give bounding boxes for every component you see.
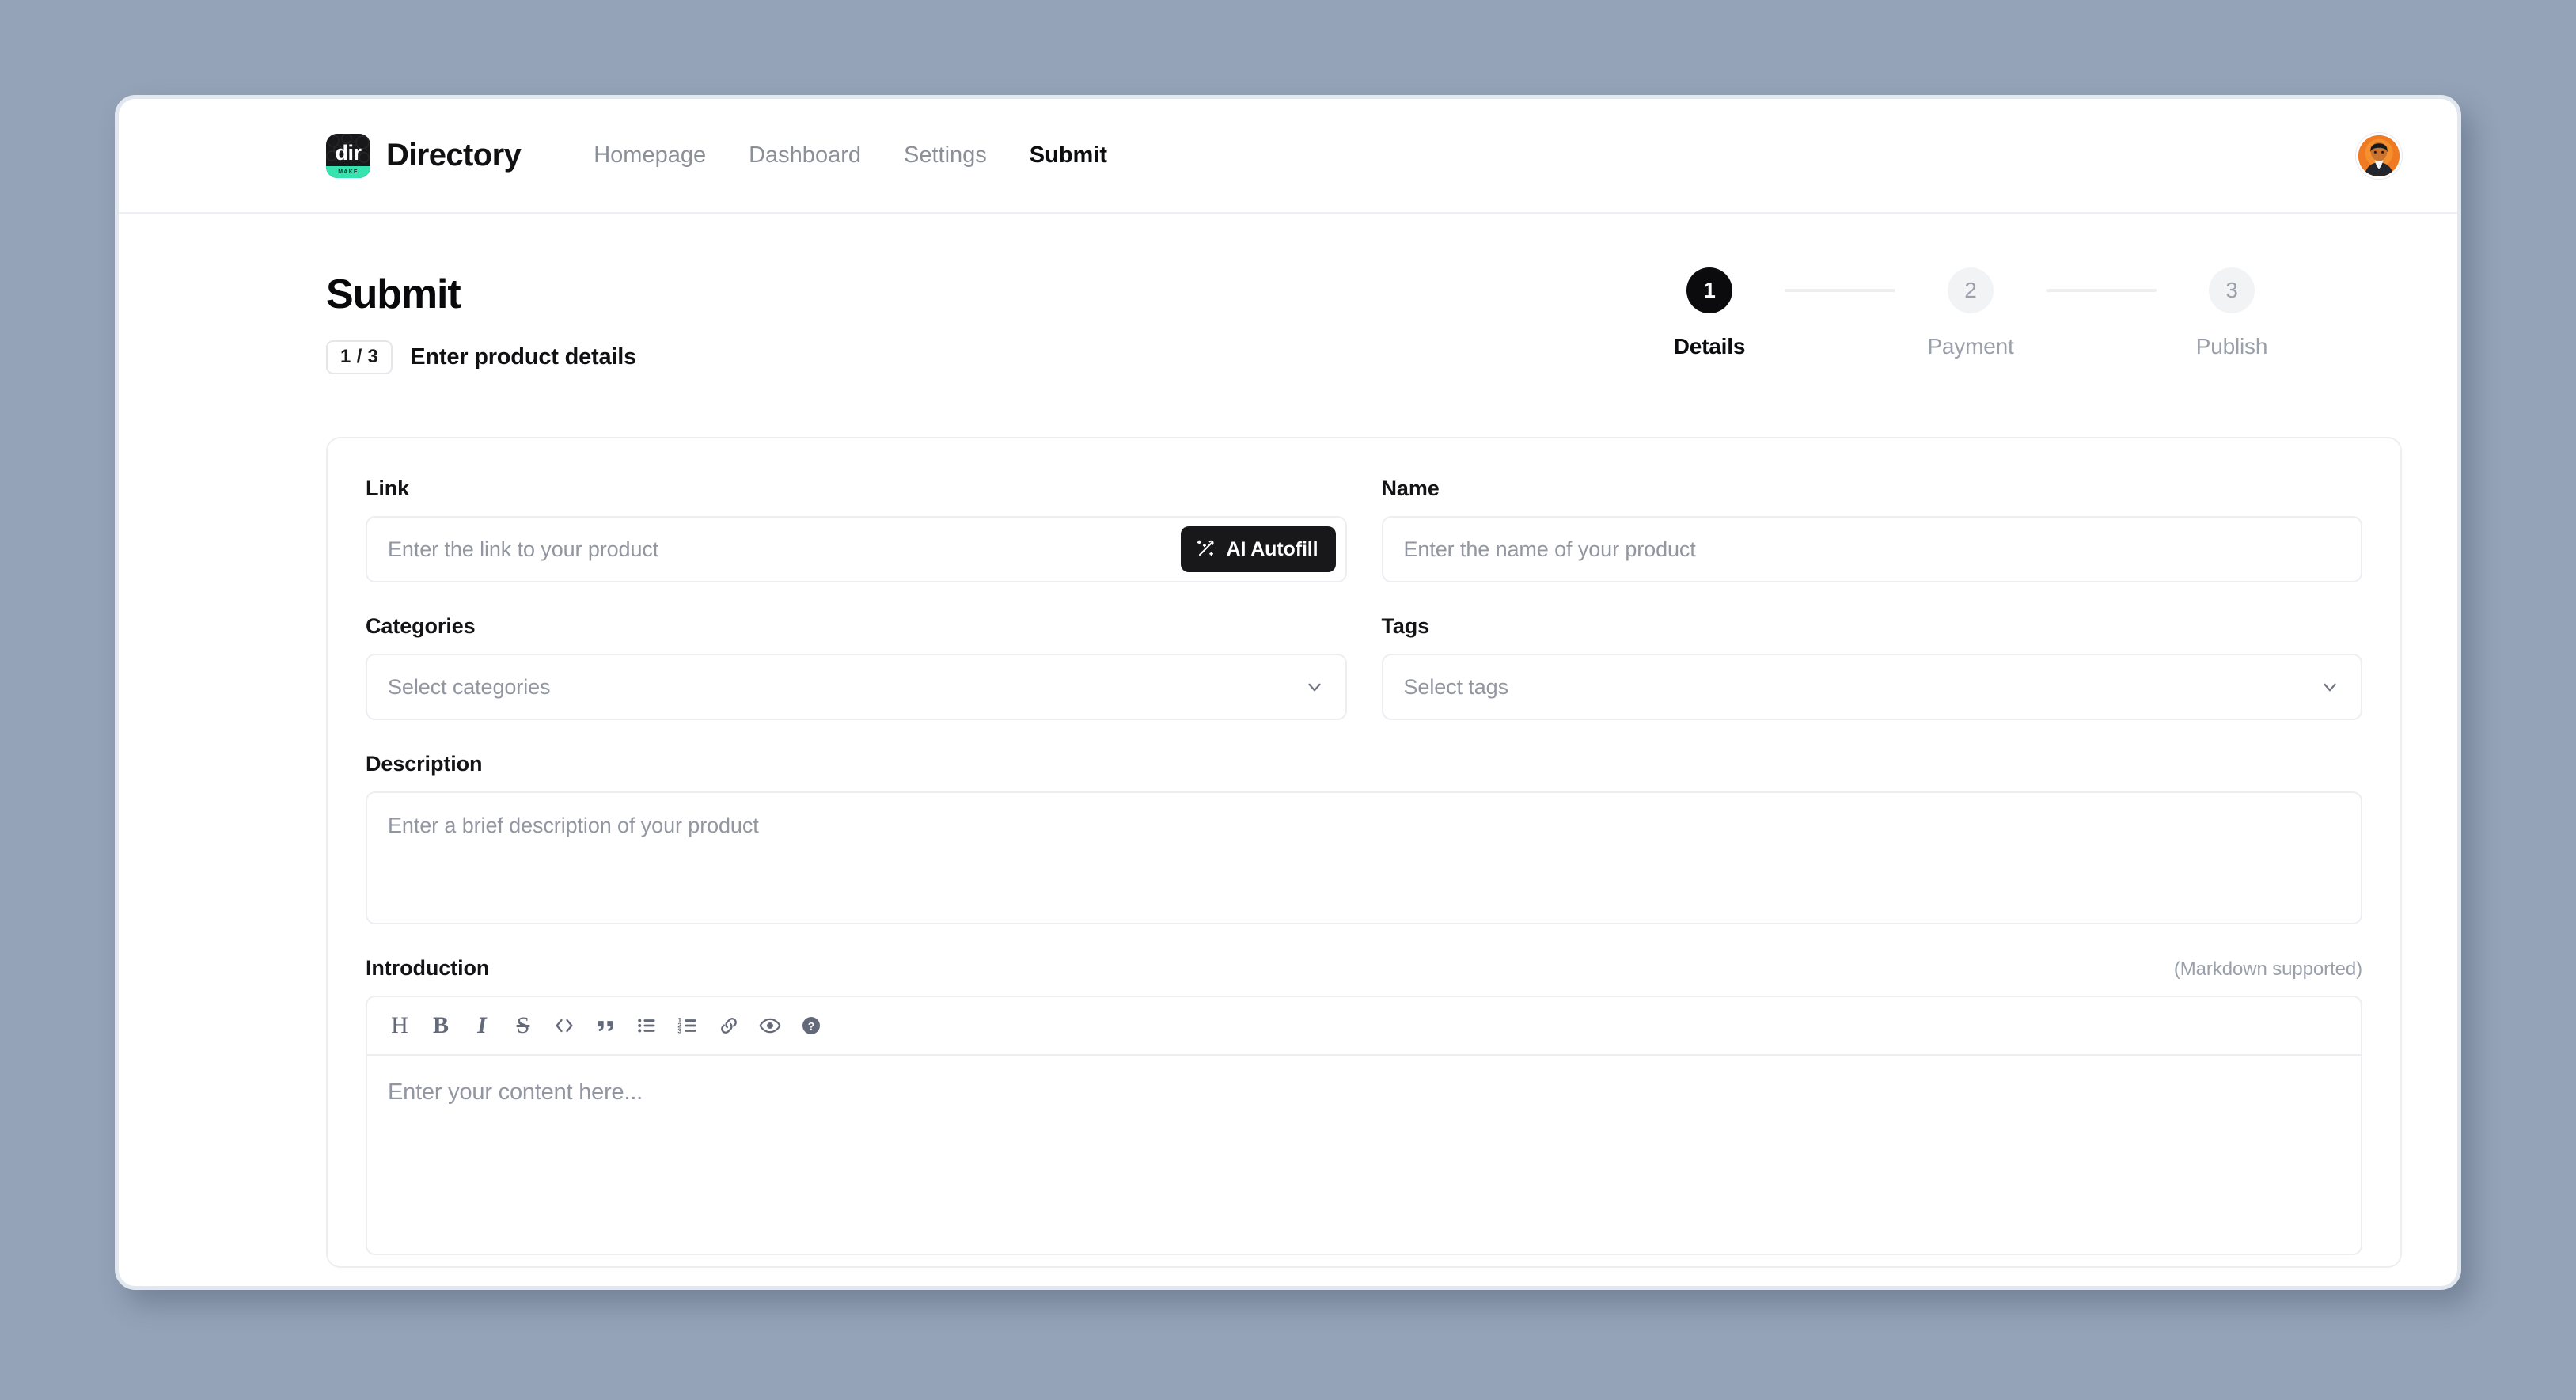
- logo-strip-text: MAKE: [338, 169, 359, 175]
- ai-autofill-button[interactable]: AI Autofill: [1181, 526, 1336, 573]
- step-connector-1: [1785, 289, 1895, 292]
- help-glyph: ?: [802, 1017, 820, 1035]
- form-row-link-name: Link Enter the link to your product AI A…: [366, 476, 2362, 583]
- chevron-down-icon: [1307, 683, 1321, 692]
- form-row-categories-tags: Categories Select categories Tags Select…: [366, 614, 2362, 721]
- avatar-illustration-icon: [2358, 135, 2400, 176]
- field-introduction: Introduction (Markdown supported) H B I: [366, 956, 2362, 1256]
- nav-link-dashboard[interactable]: Dashboard: [749, 142, 861, 169]
- tags-label: Tags: [1381, 614, 1430, 639]
- field-tags: Tags Select tags: [1381, 614, 2362, 721]
- nav-link-settings[interactable]: Settings: [904, 142, 987, 169]
- introduction-label-row: Introduction (Markdown supported): [366, 956, 2362, 981]
- field-description: Description Enter a brief description of…: [366, 752, 2362, 925]
- page-subheader: 1 / 3 Enter product details: [326, 340, 637, 375]
- tags-placeholder: Select tags: [1403, 674, 1509, 699]
- quote-glyph: [598, 1021, 613, 1032]
- nav-link-submit[interactable]: Submit: [1030, 142, 1107, 169]
- name-input[interactable]: Enter the name of your product: [1381, 516, 2362, 583]
- code-icon[interactable]: [546, 1007, 582, 1044]
- name-placeholder: Enter the name of your product: [1403, 537, 1696, 561]
- step-publish[interactable]: 3 Publish: [2157, 267, 2307, 359]
- submit-form-card: Link Enter the link to your product AI A…: [326, 437, 2402, 1269]
- quote-icon[interactable]: [587, 1007, 624, 1044]
- step-description: Enter product details: [410, 344, 637, 370]
- markdown-editor: H B I S 1 2 3 ? Enter your content here.…: [366, 996, 2362, 1256]
- page-header-left: Submit 1 / 3 Enter product details: [326, 267, 637, 375]
- bold-icon[interactable]: B: [423, 1007, 459, 1044]
- step-publish-label: Publish: [2195, 334, 2268, 359]
- magic-wand-icon: [1197, 540, 1215, 556]
- heading-glyph: H: [391, 1012, 408, 1039]
- markdown-supported-hint: (Markdown supported): [2173, 958, 2362, 981]
- markdown-toolbar: H B I S 1 2 3 ?: [367, 997, 2361, 1057]
- svg-text:3: 3: [677, 1027, 681, 1035]
- step-payment-label: Payment: [1927, 334, 2014, 359]
- ai-autofill-label: AI Autofill: [1226, 537, 1318, 560]
- step-details-label: Details: [1673, 334, 1746, 359]
- preview-eye-icon[interactable]: [752, 1007, 788, 1044]
- markdown-content-area[interactable]: Enter your content here...: [367, 1056, 2361, 1254]
- description-textarea[interactable]: Enter a brief description of your produc…: [366, 791, 2362, 925]
- field-categories: Categories Select categories: [366, 614, 1347, 721]
- link-icon[interactable]: [711, 1007, 747, 1044]
- markdown-placeholder: Enter your content here...: [388, 1079, 643, 1106]
- bullet-list-icon[interactable]: [628, 1007, 665, 1044]
- link-placeholder: Enter the link to your product: [388, 537, 659, 561]
- chevron-down-icon: [2324, 683, 2336, 692]
- user-avatar[interactable]: [2356, 132, 2402, 179]
- link-glyph: [721, 1018, 737, 1034]
- nav-links: Homepage Dashboard Settings Submit: [594, 142, 1107, 169]
- bold-glyph: B: [432, 1012, 449, 1039]
- numbered-list-glyph: 1 2 3: [677, 1016, 696, 1035]
- help-icon[interactable]: ?: [793, 1007, 829, 1044]
- strikethrough-glyph: S: [516, 1012, 530, 1039]
- page-header: Submit 1 / 3 Enter product details 1 Det…: [326, 267, 2402, 375]
- tags-select[interactable]: Select tags: [1381, 654, 2362, 721]
- step-payment[interactable]: 2 Payment: [1895, 267, 2046, 359]
- wizard-stepper: 1 Details 2 Payment 3 Publish: [1634, 267, 2402, 359]
- top-navbar: dir MAKE Directory Homepage Dashboard Se…: [119, 99, 2457, 214]
- field-link: Link Enter the link to your product AI A…: [366, 476, 1347, 583]
- browser-window: dir MAKE Directory Homepage Dashboard Se…: [115, 95, 2461, 1290]
- step-details[interactable]: 1 Details: [1634, 267, 1785, 359]
- name-label: Name: [1381, 476, 1440, 501]
- categories-select[interactable]: Select categories: [366, 654, 1347, 721]
- step-payment-number[interactable]: 2: [1948, 267, 1994, 313]
- directory-logo-icon: dir MAKE: [326, 133, 370, 178]
- logo-strip: MAKE: [326, 165, 370, 178]
- page-title: Submit: [326, 271, 461, 317]
- brand[interactable]: dir MAKE Directory: [326, 133, 522, 178]
- navbar-right: [2356, 132, 2402, 179]
- logo-text: dir: [335, 140, 362, 165]
- nav-link-homepage[interactable]: Homepage: [594, 142, 706, 169]
- link-label: Link: [366, 476, 410, 501]
- page-content: Submit 1 / 3 Enter product details 1 Det…: [119, 214, 2457, 1269]
- eye-glyph: [759, 1018, 781, 1034]
- introduction-label: Introduction: [366, 956, 490, 981]
- step-details-number[interactable]: 1: [1686, 267, 1732, 313]
- italic-icon[interactable]: I: [464, 1007, 500, 1044]
- step-publish-number[interactable]: 3: [2209, 267, 2255, 313]
- categories-placeholder: Select categories: [388, 674, 551, 699]
- field-name: Name Enter the name of your product: [1381, 476, 2362, 583]
- brand-name: Directory: [386, 138, 522, 173]
- description-label: Description: [366, 752, 483, 776]
- numbered-list-icon[interactable]: 1 2 3: [670, 1007, 706, 1044]
- code-glyph: [556, 1019, 573, 1033]
- description-placeholder: Enter a brief description of your produc…: [388, 814, 759, 838]
- italic-glyph: I: [477, 1012, 487, 1039]
- svg-text:?: ?: [808, 1020, 815, 1033]
- heading-icon[interactable]: H: [381, 1007, 418, 1044]
- strikethrough-icon[interactable]: S: [505, 1007, 541, 1044]
- categories-label: Categories: [366, 614, 476, 639]
- bullet-list-glyph: [638, 1019, 655, 1033]
- link-input[interactable]: Enter the link to your product AI Autofi…: [366, 516, 1347, 583]
- step-count-badge: 1 / 3: [326, 340, 393, 375]
- step-connector-2: [2046, 289, 2157, 292]
